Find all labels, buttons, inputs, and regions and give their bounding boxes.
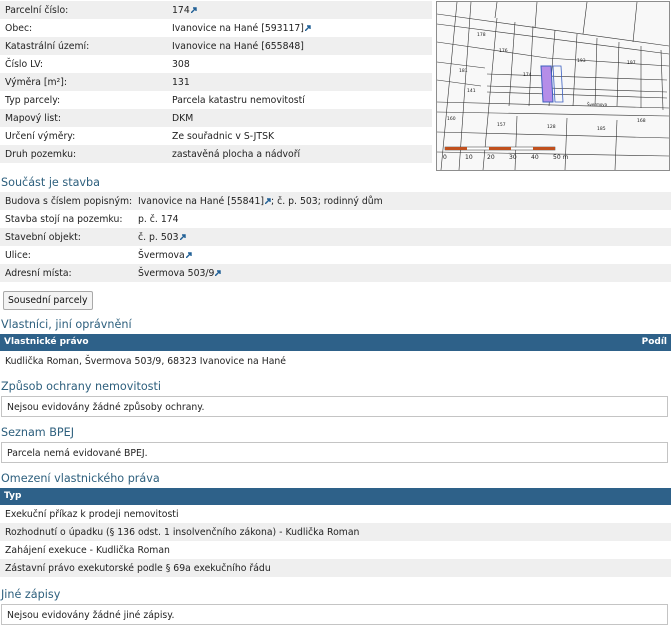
building-link[interactable]: Ivanovice na Hané [55841] xyxy=(138,196,264,207)
building-link[interactable]: Švermova xyxy=(138,250,185,261)
parcel-info-value: Ze souřadnic v S-JTSK xyxy=(172,130,275,142)
scale-label: 0 xyxy=(443,154,447,161)
restriction-row: Rozhodnutí o úpadku (§ 136 odst. 1 insol… xyxy=(0,523,671,541)
parcel-info-label: Číslo LV: xyxy=(5,58,44,70)
map-parcel-label: 176 xyxy=(499,48,508,54)
restriction-text: Zahájení exekuce - Kudlička Roman xyxy=(5,544,170,556)
building-table: Budova s číslem popisným: Ivanovice na Ha… xyxy=(0,192,671,282)
parcel-info-value[interactable]: Ivanovice na Hané [655848] xyxy=(172,41,304,52)
parcel-info-row: Mapový list: DKM xyxy=(0,109,432,127)
scale-label: 30 xyxy=(509,154,517,161)
parcel-info-label: Typ parcely: xyxy=(5,94,61,106)
protection-box: Nejsou evidovány žádné způsoby ochrany. xyxy=(1,396,668,417)
building-row: Ulice: Švermova xyxy=(0,246,671,264)
parcel-info-value: Parcela katastru nemovitostí xyxy=(172,94,305,106)
map-parcel-label: 178 xyxy=(477,32,486,38)
external-link-icon xyxy=(179,234,186,240)
cadastral-map: 178 176 174 181 193 197 160 157 128 185 141 168 Šve… xyxy=(437,2,669,170)
building-link[interactable]: č. p. 503 xyxy=(138,232,179,243)
restriction-row: Exekuční příkaz k prodeji nemovitosti xyxy=(0,505,671,523)
ownership-right-col: Vlastnické právo xyxy=(4,337,89,347)
restriction-row: Zástavní právo exekutorské podle § 69a e… xyxy=(0,559,671,577)
building-link[interactable]: 174 xyxy=(161,214,179,225)
map-parcel-label: 157 xyxy=(497,122,506,128)
scale-label: 50 m xyxy=(553,154,569,161)
street-label: Švermova xyxy=(587,102,608,107)
map-parcel-label: 128 xyxy=(547,124,556,130)
parcel-info-label: Katastrální území: xyxy=(5,40,90,52)
map-parcel-label: 174 xyxy=(523,72,532,78)
parcel-info-row: Určení výměry: Ze souřadnic v S-JTSK xyxy=(0,127,432,145)
parcel-info-label: Obec: xyxy=(5,22,33,34)
external-link-icon xyxy=(185,252,192,258)
map-parcel-label: 185 xyxy=(597,126,606,132)
parcel-info-value[interactable]: Ivanovice na Hané [593117] xyxy=(172,23,304,34)
parcel-info-row: Parcelní číslo: 174 xyxy=(0,1,432,19)
scale-label: 20 xyxy=(487,154,495,161)
building-row: Stavební objekt: č. p. 503 xyxy=(0,228,671,246)
type-col: Typ xyxy=(4,491,22,501)
restriction-text: Exekuční příkaz k prodeji nemovitosti xyxy=(5,508,179,520)
bpej-title: Seznam BPEJ xyxy=(1,426,75,439)
restrictions-table: Exekuční příkaz k prodeji nemovitosti Roz… xyxy=(0,505,671,577)
restriction-text: Zástavní právo exekutorské podle § 69a e… xyxy=(5,562,271,574)
parcel-info-label: Mapový list: xyxy=(5,112,62,124)
neighbor-parcels-button[interactable]: Sousední parcely xyxy=(3,291,93,310)
map-parcel-label: 181 xyxy=(459,68,468,74)
parcel-info-label: Výměra [m²]: xyxy=(5,76,68,88)
building-section-title: Součást je stavba xyxy=(1,176,101,189)
parcel-info-label: Druh pozemku: xyxy=(5,148,77,160)
building-value-suffix: ; č. p. 503; rodinný dům xyxy=(271,195,383,207)
map-parcel-label: 160 xyxy=(447,116,456,122)
owner-name: Kudlička Roman, Švermova 503/9, 68323 Iv… xyxy=(5,355,287,367)
building-value-prefix: p. č. xyxy=(138,213,161,225)
map-parcel-label: 141 xyxy=(467,88,476,94)
external-link-icon xyxy=(304,25,311,31)
building-row: Budova s číslem popisným: Ivanovice na Ha… xyxy=(0,192,671,210)
parcel-info-value: 131 xyxy=(172,76,190,88)
parcel-info-value[interactable]: 174 xyxy=(172,5,190,16)
parcel-info-row: Číslo LV: 308 xyxy=(0,55,432,73)
building-label: Stavba stojí na pozemku: xyxy=(5,213,123,225)
parcel-info-row: Druh pozemku: zastavěná plocha a nádvoří xyxy=(0,145,432,163)
parcel-info-row: Typ parcely: Parcela katastru nemovitostí xyxy=(0,91,432,109)
building-label: Ulice: xyxy=(5,249,31,261)
scale-label: 40 xyxy=(531,154,539,161)
building-label: Stavební objekt: xyxy=(5,231,81,243)
parcel-info-label: Parcelní číslo: xyxy=(5,4,69,16)
parcel-info-row: Katastrální území: Ivanovice na Hané [655… xyxy=(0,37,432,55)
parcel-info-row: Obec: Ivanovice na Hané [593117] xyxy=(0,19,432,37)
restrictions-title: Omezení vlastnického práva xyxy=(1,472,160,485)
protection-title: Způsob ochrany nemovitosti xyxy=(1,380,161,393)
restrictions-header: Typ xyxy=(0,488,671,505)
owners-title: Vlastníci, jiní oprávnění xyxy=(1,318,132,331)
share-col: Podíl xyxy=(641,337,667,347)
restriction-text: Rozhodnutí o úpadku (§ 136 odst. 1 insol… xyxy=(5,526,360,538)
external-link-icon xyxy=(215,270,222,276)
map-parcel-label: 197 xyxy=(627,60,636,66)
parcel-info-row: Výměra [m²]: 131 xyxy=(0,73,432,91)
building-label: Adresní místa: xyxy=(5,267,72,279)
parcel-info-table: Parcelní číslo: 174 Obec: Ivanovice na Hané… xyxy=(0,1,432,163)
scale-label: 10 xyxy=(465,154,473,161)
map-parcel-label: 168 xyxy=(637,118,646,124)
parcel-info-value[interactable]: 308 xyxy=(172,59,190,70)
parcel-info-label: Určení výměry: xyxy=(5,130,76,142)
restriction-row: Zahájení exekuce - Kudlička Roman xyxy=(0,541,671,559)
owners-header: Vlastnické právo Podíl xyxy=(0,334,671,351)
other-entries-title: Jiné zápisy xyxy=(1,588,61,601)
parcel-info-value: DKM xyxy=(172,112,194,124)
parcel-map-thumbnail[interactable]: 178 176 174 181 193 197 160 157 128 185 141 168 Šve… xyxy=(436,1,670,171)
building-row: Adresní místa: Švermova 503/9 xyxy=(0,264,671,282)
building-link[interactable]: Švermova 503/9 xyxy=(138,268,214,279)
bpej-box: Parcela nemá evidované BPEJ. xyxy=(1,442,668,463)
building-row: Stavba stojí na pozemku: p. č. 174 xyxy=(0,210,671,228)
map-parcel-label: 193 xyxy=(577,58,586,64)
owner-row: Kudlička Roman, Švermova 503/9, 68323 Iv… xyxy=(0,352,671,370)
other-entries-box: Nejsou evidovány žádné jiné zápisy. xyxy=(1,604,668,625)
parcel-info-value: zastavěná plocha a nádvoří xyxy=(172,148,301,160)
external-link-icon xyxy=(190,7,197,13)
building-label: Budova s číslem popisným: xyxy=(5,195,133,207)
